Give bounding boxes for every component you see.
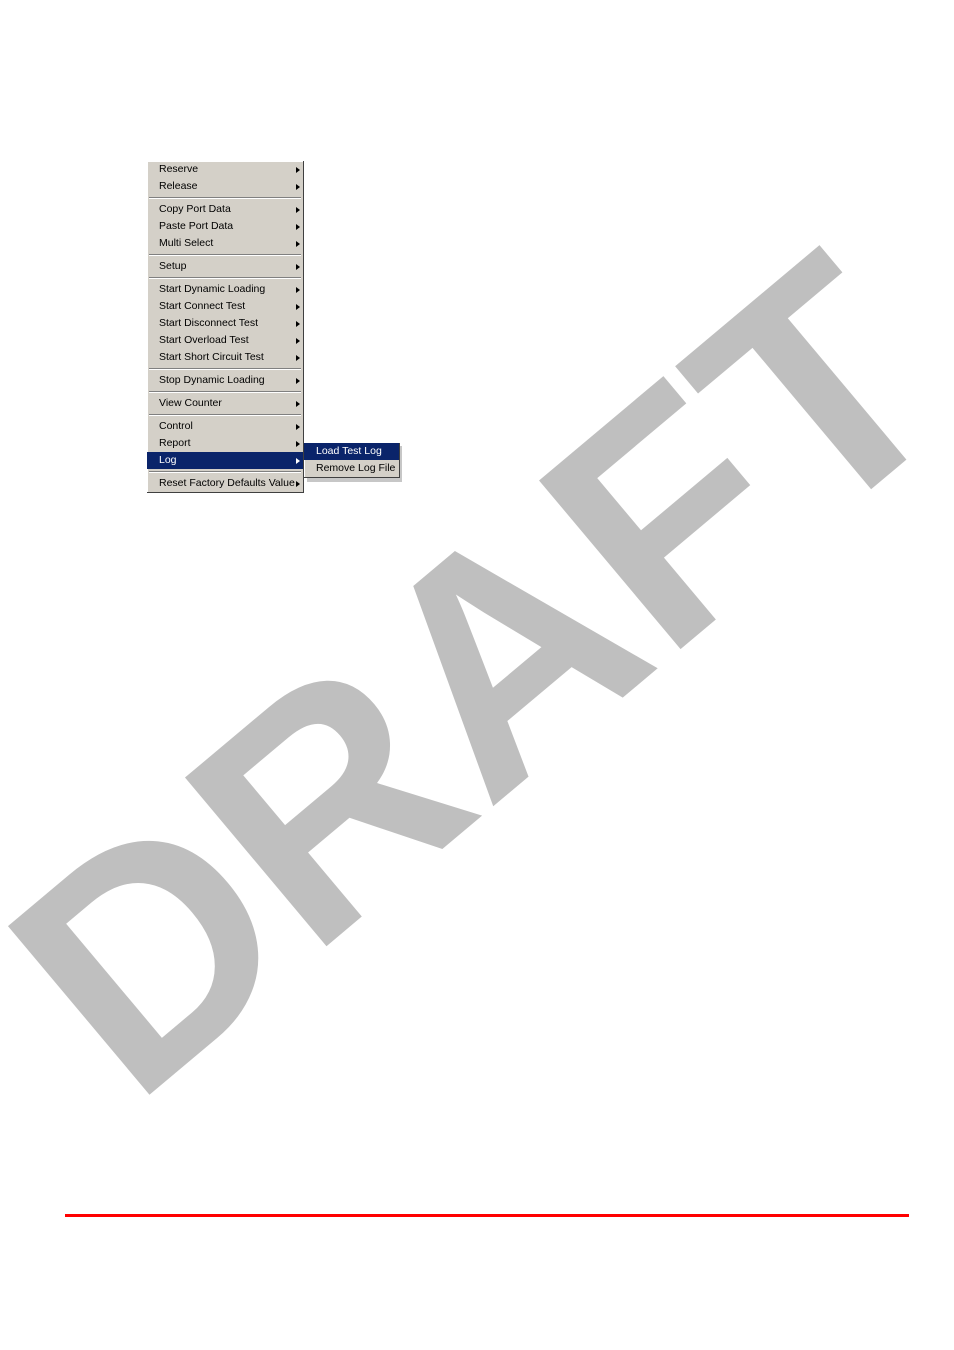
menu-item-setup[interactable]: Setup — [147, 258, 303, 275]
submenu-arrow-icon — [296, 401, 300, 407]
menu-item-label: Reset Factory Defaults Value — [159, 475, 295, 492]
menu-item-reserve[interactable]: Reserve — [147, 161, 303, 178]
submenu-arrow-icon — [296, 207, 300, 213]
menu-item-label: Start Connect Test — [159, 298, 245, 315]
submenu-arrow-icon — [296, 287, 300, 293]
menu-item-label: Start Dynamic Loading — [159, 281, 265, 298]
submenu-arrow-icon — [296, 167, 300, 173]
menu-separator — [149, 277, 301, 279]
menu-item-label: Reserve — [159, 161, 198, 178]
submenu-arrow-icon — [296, 321, 300, 327]
menu-item-start-connect-test[interactable]: Start Connect Test — [147, 298, 303, 315]
menu-item-start-short-circuit-test[interactable]: Start Short Circuit Test — [147, 349, 303, 366]
menu-item-release[interactable]: Release — [147, 178, 303, 195]
menu-item-label: Start Short Circuit Test — [159, 349, 264, 366]
menu-item-label: Report — [159, 435, 191, 452]
submenu-log: Load Test Log Remove Log File — [304, 443, 400, 478]
menu-item-label: Log — [159, 452, 177, 469]
menu-item-label: Paste Port Data — [159, 218, 233, 235]
menu-separator — [149, 391, 301, 393]
footer-divider — [65, 1214, 909, 1217]
menu-separator — [149, 254, 301, 256]
menu-item-multi-select[interactable]: Multi Select — [147, 235, 303, 252]
menu-item-control[interactable]: Control — [147, 418, 303, 435]
menu-item-paste-port-data[interactable]: Paste Port Data — [147, 218, 303, 235]
menu-item-label: Stop Dynamic Loading — [159, 372, 265, 389]
submenu-item-label: Remove Log File — [316, 462, 395, 474]
submenu-arrow-icon — [296, 304, 300, 310]
menu-separator — [149, 368, 301, 370]
submenu-arrow-icon — [296, 355, 300, 361]
submenu-arrow-icon — [296, 241, 300, 247]
menu-item-report[interactable]: Report — [147, 435, 303, 452]
menu-item-label: Start Disconnect Test — [159, 315, 258, 332]
submenu-item-remove-log-file[interactable]: Remove Log File — [304, 460, 399, 477]
menu-item-label: Setup — [159, 258, 186, 275]
submenu-arrow-icon — [296, 481, 300, 487]
menu-item-log[interactable]: Log — [147, 452, 303, 469]
menu-item-label: Copy Port Data — [159, 201, 231, 218]
submenu-arrow-icon — [296, 264, 300, 270]
submenu-panel: Load Test Log Remove Log File — [304, 443, 400, 478]
submenu-arrow-icon — [296, 424, 300, 430]
menu-separator — [149, 414, 301, 416]
submenu-arrow-icon — [296, 378, 300, 384]
submenu-item-load-test-log[interactable]: Load Test Log — [304, 443, 399, 460]
context-menu: Reserve Release Copy Port Data Paste Por… — [147, 161, 304, 493]
menu-item-start-disconnect-test[interactable]: Start Disconnect Test — [147, 315, 303, 332]
menu-item-start-overload-test[interactable]: Start Overload Test — [147, 332, 303, 349]
submenu-arrow-icon — [296, 184, 300, 190]
draft-watermark: DRAFT — [0, 186, 954, 1165]
menu-item-label: Control — [159, 418, 193, 435]
menu-item-label: View Counter — [159, 395, 222, 412]
menu-item-label: Release — [159, 178, 198, 195]
submenu-arrow-icon — [296, 458, 300, 464]
menu-item-copy-port-data[interactable]: Copy Port Data — [147, 201, 303, 218]
menu-item-label: Start Overload Test — [159, 332, 249, 349]
menu-item-reset-factory-defaults[interactable]: Reset Factory Defaults Value — [147, 475, 303, 492]
submenu-arrow-icon — [296, 224, 300, 230]
submenu-arrow-icon — [296, 338, 300, 344]
menu-separator — [149, 471, 301, 473]
menu-item-view-counter[interactable]: View Counter — [147, 395, 303, 412]
menu-item-stop-dynamic-loading[interactable]: Stop Dynamic Loading — [147, 372, 303, 389]
menu-item-label: Multi Select — [159, 235, 213, 252]
context-menu-area: Reserve Release Copy Port Data Paste Por… — [147, 161, 304, 493]
submenu-arrow-icon — [296, 441, 300, 447]
menu-item-start-dynamic-loading[interactable]: Start Dynamic Loading — [147, 281, 303, 298]
submenu-item-label: Load Test Log — [316, 445, 382, 457]
menu-separator — [149, 197, 301, 199]
